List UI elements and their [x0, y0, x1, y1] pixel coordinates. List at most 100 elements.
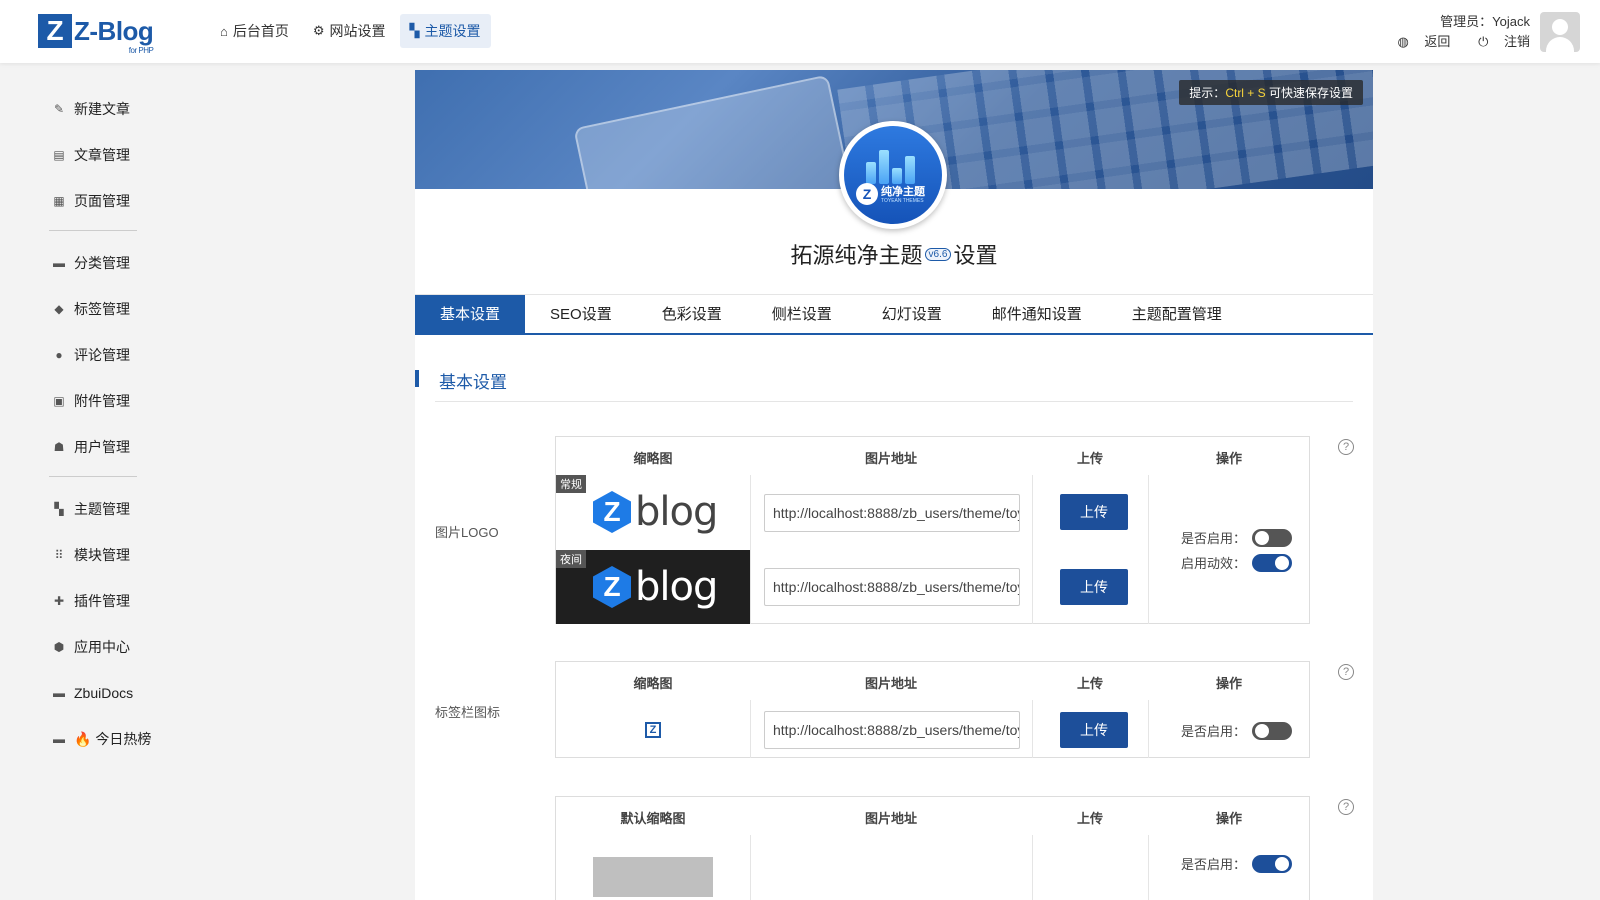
logo-bar — [905, 156, 915, 184]
zblog-brand-logo: Z blog — [593, 489, 718, 535]
thumb-enable-option: 是否启用： — [1181, 854, 1293, 873]
logo-subtitle: for PHP — [128, 45, 154, 55]
upload-favicon-button[interactable]: 上传 — [1060, 712, 1128, 748]
col-upload: 上传 — [1076, 811, 1103, 826]
grid-icon: ⠿ — [54, 548, 64, 562]
col-url: 图片地址 — [864, 676, 917, 691]
sidebar-item-label: 标签管理 — [74, 301, 130, 317]
article-icon: ▤ — [53, 148, 65, 162]
enable-label: 是否启用： — [1181, 857, 1247, 872]
sidebar-item-hot-list[interactable]: ▬ 🔥 今日热榜 — [52, 729, 151, 749]
theme-logo-z: Z — [856, 183, 878, 205]
sidebar-item-label: 分类管理 — [74, 255, 130, 271]
upload-logo-button[interactable]: 上传 — [1060, 494, 1128, 530]
tab-slides[interactable]: 幻灯设置 — [857, 295, 967, 334]
theme-logo-name: 纯净主题 — [881, 186, 925, 198]
card-icon: ▬ — [53, 686, 65, 700]
tab-colors[interactable]: 色彩设置 — [637, 295, 747, 334]
sidebar-item-comments[interactable]: ● 评论管理 — [52, 345, 130, 365]
night-logo-url-input[interactable]: http://localhost:8888/zb_users/theme/toy… — [764, 568, 1020, 606]
col-divider — [1032, 700, 1033, 758]
sidebar-item-label: 评论管理 — [74, 347, 130, 363]
home-icon: ⌂ — [220, 23, 228, 39]
nav-dashboard[interactable]: ⌂ 后台首页 — [210, 14, 299, 48]
users-icon: ☗ — [53, 440, 65, 454]
col-divider — [750, 835, 751, 900]
logo-bar — [892, 168, 902, 184]
section-marker — [415, 370, 419, 387]
nav-theme-settings[interactable]: ▚ 主题设置 — [399, 14, 491, 48]
sidebar-item-new-article[interactable]: ✎ 新建文章 — [52, 99, 130, 119]
col-divider — [1032, 475, 1033, 624]
help-icon[interactable]: ? — [1338, 799, 1354, 815]
logo-url-input[interactable]: http://localhost:8888/zb_users/theme/toy… — [764, 494, 1020, 532]
sidebar-item-label: ZbuiDocs — [74, 685, 134, 701]
gear-icon: ⚙ — [312, 23, 325, 38]
sidebar-item-pages[interactable]: ▦ 页面管理 — [52, 191, 130, 211]
theme-icon: ▚ — [409, 23, 420, 38]
zblog-hex-icon: Z — [593, 491, 631, 533]
page-icon: ▦ — [53, 194, 65, 208]
sidebar-item-articles[interactable]: ▤ 文章管理 — [52, 145, 130, 165]
col-divider — [1148, 475, 1149, 624]
avatar-head — [1552, 19, 1568, 35]
col-divider — [1032, 835, 1033, 900]
logo-row-label: 图片LOGO — [435, 525, 499, 540]
logo-wordmark: Z-Blog — [74, 15, 154, 46]
tab-mail[interactable]: 邮件通知设置 — [967, 295, 1107, 334]
zblog-hex-icon: Z — [593, 566, 631, 608]
sidebar-item-themes[interactable]: ▚ 主题管理 — [52, 499, 130, 519]
logout-link[interactable]: ⏻ 注销 — [1466, 34, 1530, 49]
hint-suffix: 可快速保存设置 — [1265, 86, 1353, 100]
sidebar-divider — [49, 230, 137, 231]
title-suffix: 设置 — [953, 243, 998, 268]
sidebar-item-tags[interactable]: ◆ 标签管理 — [52, 299, 130, 319]
sidebar-item-plugins[interactable]: ✚ 插件管理 — [52, 591, 130, 611]
help-icon[interactable]: ? — [1338, 439, 1354, 455]
help-icon[interactable]: ? — [1338, 664, 1354, 680]
tab-basic[interactable]: 基本设置 — [415, 295, 526, 334]
thumb-enable-toggle[interactable] — [1252, 854, 1293, 873]
section-title: 基本设置 — [439, 373, 507, 392]
sidebar-item-label: 用户管理 — [74, 439, 130, 455]
top-nav: ⌂ 后台首页 ⚙ 网站设置 ▚ 主题设置 — [210, 14, 495, 48]
globe-icon: ◍ — [1397, 34, 1409, 49]
nav-site-settings[interactable]: ⚙ 网站设置 — [303, 14, 396, 48]
logout-label: 注销 — [1503, 34, 1530, 49]
tag-icon: ◆ — [54, 302, 64, 316]
sidebar-item-zbuidocs[interactable]: ▬ ZbuiDocs — [52, 683, 133, 703]
nav-dashboard-label: 后台首页 — [232, 23, 289, 39]
sidebar-item-label: 文章管理 — [74, 147, 130, 163]
box-icon: ⬢ — [53, 640, 65, 654]
zblog-logo[interactable]: Z Z-Blog for PHP — [38, 14, 154, 55]
col-actions: 操作 — [1215, 451, 1242, 466]
top-header: Z Z-Blog for PHP ⌂ 后台首页 ⚙ 网站设置 ▚ 主题设置 管理… — [0, 0, 1600, 63]
logo-bar — [879, 150, 889, 184]
thumb-tag-normal: 常规 — [556, 475, 586, 493]
power-icon: ⏻ — [1478, 34, 1489, 49]
sidebar-item-label: 附件管理 — [74, 393, 130, 409]
default-thumb-preview — [593, 857, 713, 897]
avatar[interactable] — [1540, 12, 1580, 52]
favicon-enable-toggle[interactable] — [1252, 721, 1293, 740]
sidebar-item-app-center[interactable]: ⬢ 应用中心 — [52, 637, 130, 657]
sidebar-item-modules[interactable]: ⠿ 模块管理 — [52, 545, 130, 565]
tab-sidebar[interactable]: 侧栏设置 — [747, 295, 857, 334]
sidebar-item-label: 新建文章 — [74, 101, 130, 117]
logo-anim-toggle[interactable] — [1252, 553, 1293, 572]
sidebar-item-attachments[interactable]: ▣ 附件管理 — [52, 391, 130, 411]
sidebar-item-users[interactable]: ☗ 用户管理 — [52, 437, 130, 457]
theme-logo-buildings — [864, 144, 924, 184]
sidebar-item-categories[interactable]: ▬ 分类管理 — [52, 253, 130, 273]
upload-night-logo-button[interactable]: 上传 — [1060, 569, 1128, 605]
favicon-url-input[interactable]: http://localhost:8888/zb_users/theme/toy… — [764, 711, 1020, 749]
logo-enable-toggle[interactable] — [1252, 528, 1293, 547]
theme-logo: Z 纯净主题 TOYEAN THEMES — [839, 121, 947, 229]
edit-icon: ✎ — [53, 102, 65, 116]
nav-theme-settings-label: 主题设置 — [424, 23, 481, 39]
tab-config[interactable]: 主题配置管理 — [1107, 295, 1247, 334]
tab-seo[interactable]: SEO设置 — [525, 295, 637, 334]
theme-logo-inner: Z 纯净主题 TOYEAN THEMES — [844, 126, 942, 224]
back-link[interactable]: ◍ 返回 — [1385, 34, 1450, 49]
sidebar-item-label: 页面管理 — [74, 193, 130, 209]
